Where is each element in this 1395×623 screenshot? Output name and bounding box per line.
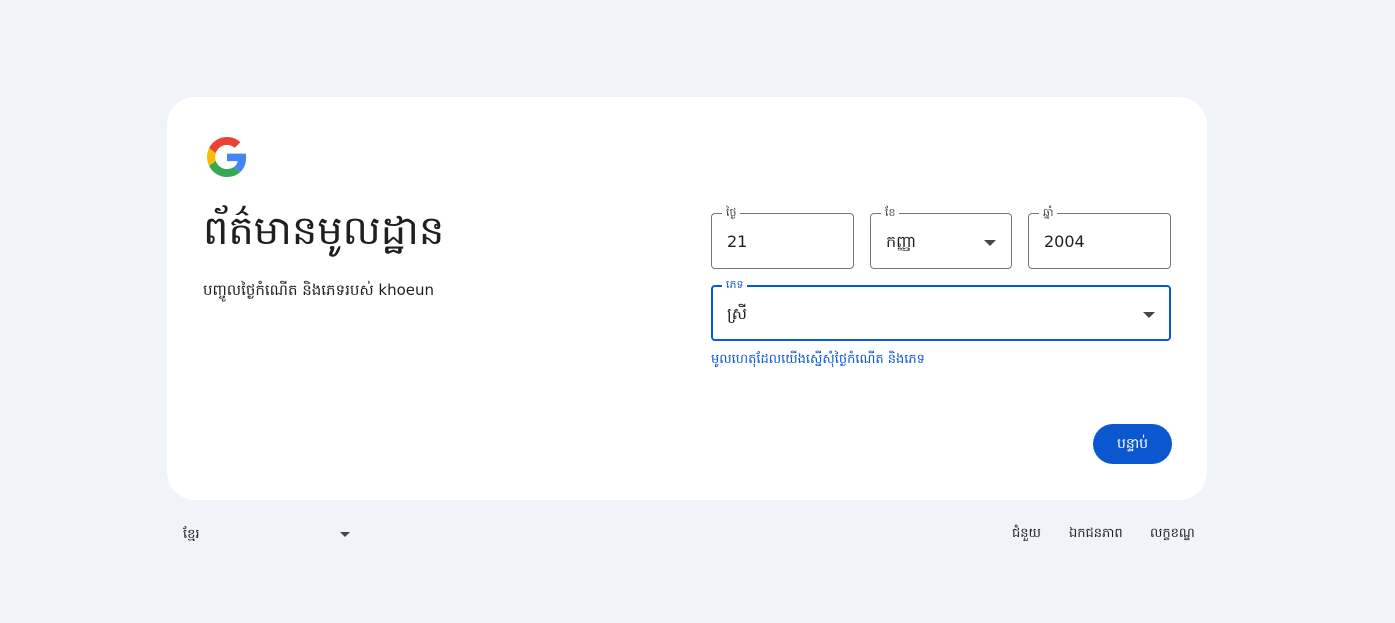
year-field[interactable]: ឆ្នាំ 2004 xyxy=(1028,205,1171,269)
month-select-label: ខែ xyxy=(881,205,900,221)
why-birthday-gender-link[interactable]: មូលហេតុដែលយើងស្នើសុំថ្ងៃកំណើត និងភេទ xyxy=(711,351,925,370)
google-logo-icon xyxy=(207,137,247,177)
footer-link-terms[interactable]: លក្ខខណ្ឌ xyxy=(1150,525,1195,544)
caret-down-icon xyxy=(340,532,350,537)
day-field[interactable]: ថ្ងៃ 21 xyxy=(711,205,854,269)
day-field-value: 21 xyxy=(727,232,748,251)
next-button[interactable]: បន្ទាប់ xyxy=(1093,424,1172,464)
language-select-value: ខ្មែរ xyxy=(183,527,200,542)
caret-down-icon xyxy=(984,240,996,246)
gender-select[interactable]: ភេទ ស្រី xyxy=(711,277,1171,341)
page-subtitle: បញ្ចូលថ្ងៃកំណើត និងភេទរបស់ khoeun xyxy=(203,281,435,299)
language-select[interactable]: ខ្មែរ xyxy=(183,523,353,547)
footer-link-help[interactable]: ជំនួយ xyxy=(1012,525,1041,544)
footer: ខ្មែរ ជំនួយ ឯកជនភាព លក្ខខណ្ឌ xyxy=(0,520,1395,550)
month-select[interactable]: ខែ កញ្ញា xyxy=(870,205,1012,269)
caret-down-icon xyxy=(1143,312,1155,318)
year-field-value: 2004 xyxy=(1044,232,1085,251)
gender-select-label: ភេទ xyxy=(722,277,748,293)
gender-select-value: ស្រី xyxy=(727,304,747,323)
signup-card: ព័ត៌មានមូលដ្ឋាន បញ្ចូលថ្ងៃកំណើត និងភេទរប… xyxy=(167,97,1207,500)
month-select-value: កញ្ញា xyxy=(886,232,917,251)
day-field-label: ថ្ងៃ xyxy=(722,205,741,221)
footer-link-privacy[interactable]: ឯកជនភាព xyxy=(1069,525,1123,544)
page-title: ព័ត៌មានមូលដ្ឋាន xyxy=(203,208,445,254)
year-field-label: ឆ្នាំ xyxy=(1039,205,1058,221)
